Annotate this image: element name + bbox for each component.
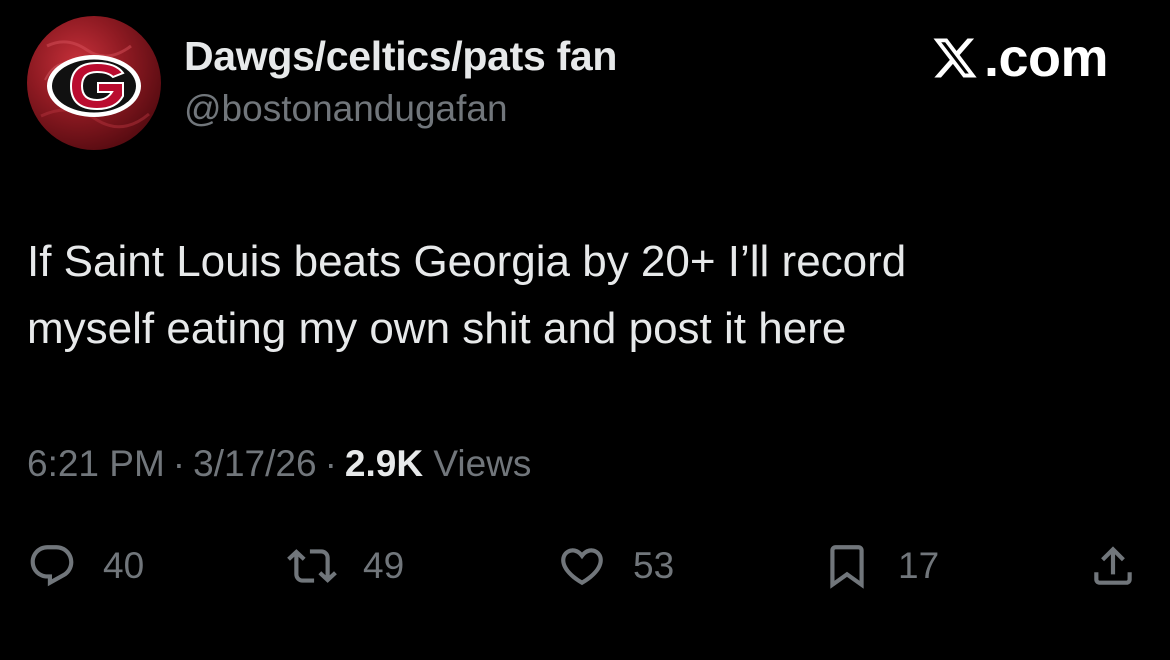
tweet-date[interactable]: 3/17/26	[193, 443, 316, 484]
avatar[interactable]	[27, 16, 161, 150]
tweet-text: If Saint Louis beats Georgia by 20+ I’ll…	[27, 237, 907, 353]
tweet-meta: 6:21 PM · 3/17/26 · 2.9K Views	[27, 443, 531, 485]
repost-button[interactable]: 49	[287, 536, 404, 596]
share-button[interactable]	[1088, 536, 1138, 596]
display-name[interactable]: Dawgs/celtics/pats fan	[184, 33, 617, 80]
heart-icon	[561, 548, 603, 586]
reply-button[interactable]: 40	[27, 536, 144, 596]
action-bar: 40 49 53 17	[0, 536, 1170, 596]
bookmark-icon	[830, 545, 864, 589]
share-icon	[1094, 546, 1132, 585]
brand-logo: .com	[930, 28, 1109, 88]
repost-icon	[287, 549, 337, 583]
bookmark-count: 17	[898, 545, 940, 586]
reply-icon	[30, 545, 74, 587]
repost-count: 49	[363, 545, 405, 586]
brand-text: .com	[984, 28, 1109, 88]
separator-dot: ·	[172, 443, 186, 484]
georgia-g-logo-icon	[40, 40, 150, 129]
tweet-time[interactable]: 6:21 PM	[27, 443, 165, 484]
like-count: 53	[633, 545, 675, 586]
user-handle[interactable]: @bostonandugafan	[184, 88, 508, 130]
views-label: Views	[433, 443, 532, 484]
bookmark-button[interactable]: 17	[822, 536, 939, 596]
separator-dot: ·	[324, 443, 337, 484]
reply-count: 40	[103, 545, 145, 586]
views-count: 2.9K	[344, 443, 424, 484]
x-logo-icon	[933, 38, 977, 78]
like-button[interactable]: 53	[557, 536, 674, 596]
